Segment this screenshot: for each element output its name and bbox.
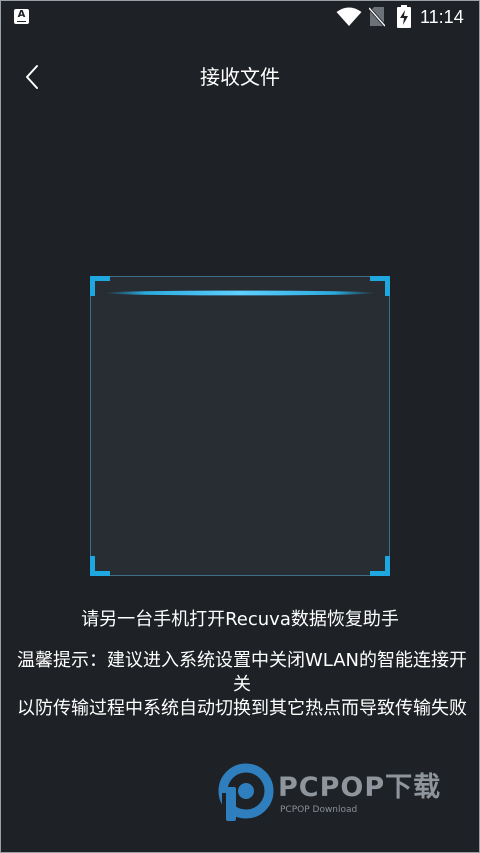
no-sim-icon <box>369 7 385 27</box>
app-icon-letter: A <box>17 9 26 20</box>
watermark-brand: PCPOP下载 <box>278 772 442 803</box>
corner-top-right <box>370 276 390 296</box>
corner-bottom-right <box>370 556 390 576</box>
scan-line <box>104 290 376 296</box>
status-bar: A 11:14 <box>0 0 480 34</box>
battery-charging-icon <box>397 5 411 28</box>
pcpop-logo-icon <box>218 763 274 823</box>
corner-bottom-left <box>90 556 110 576</box>
clock: 11:14 <box>420 7 464 27</box>
pcpop-watermark: PCPOP下载 PCPOP Download <box>216 763 466 823</box>
wifi-icon <box>336 7 362 26</box>
scan-frame <box>90 276 390 576</box>
tip-text: 温馨提示：建议进入系统设置中关闭WLAN的智能连接开关 以防传输过程中系统自动切… <box>10 649 474 721</box>
tip-content: 温馨提示：建议进入系统设置中关闭WLAN的智能连接开关 以防传输过程中系统自动切… <box>16 650 467 719</box>
app-notification-icon: A <box>14 9 29 24</box>
instruction-text: 请另一台手机打开Recuva数据恢复助手 <box>81 609 399 630</box>
watermark-subtitle: PCPOP Download <box>280 805 358 815</box>
page-title: 接收文件 <box>200 65 280 89</box>
corner-top-left <box>90 276 110 296</box>
scan-area <box>90 276 390 576</box>
